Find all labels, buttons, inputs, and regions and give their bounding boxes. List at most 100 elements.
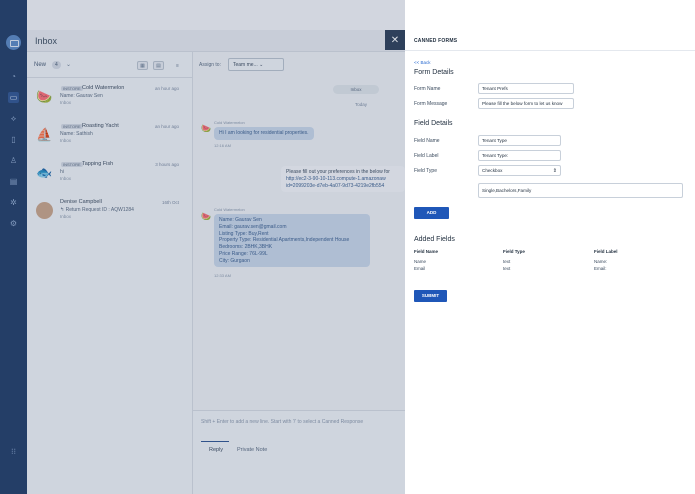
filter-new-label[interactable]: New [34,62,46,68]
inbox-icon[interactable]: ▭ [8,92,19,103]
tab-reply[interactable]: Reply [209,447,223,453]
message-line: Property Type: Residential Apartments,In… [219,237,350,244]
yacht-avatar-icon: ⛵ [36,126,53,142]
field-type-label: Field Type [414,168,437,174]
tab-private-note[interactable]: Private Note [237,447,267,453]
fish-avatar-icon: 🐟 [36,164,53,180]
dashboard-icon[interactable]: ◔ [8,71,19,82]
message-line: City: Gurgaon [219,257,250,264]
inbox-pill: Inbox [333,85,379,94]
app-logo-icon[interactable] [6,35,21,50]
source-badge: INSTORE [61,124,83,129]
close-icon[interactable]: ✕ [385,30,405,50]
added-fields-heading: Added Fields [414,236,455,243]
rocket-icon[interactable]: ⟡ [8,113,19,124]
table-cell: text [503,259,511,264]
active-tab-indicator [201,441,229,442]
assign-team-select[interactable]: Team me... ⌄ [228,58,284,71]
message-time: 12:33 AM [214,273,231,278]
list-item[interactable]: Denise Campbell 16th Oct ↰ Return Reques… [27,196,193,232]
field-name-input[interactable]: Tenant Type [478,135,561,146]
message-bubble: Name: Gaurav Sen Email: gaurav.sen@gmail… [214,214,370,268]
message-line: Listing Type: Buy,Rent [219,230,269,237]
field-type-value: Checkbox [482,168,503,173]
conversation-list: New 4 ⌄ ▦ ▤ ≡ 🍉 INSTORE Cold Watermelon … [27,52,193,494]
composer-placeholder: Shift + Enter to add a new line. Start w… [201,419,364,425]
column-header: Field Name [414,249,439,254]
conversation-inbox: Inbox [60,214,72,219]
table-cell: Name [414,259,427,264]
nav-rail: ◔ ▭ ⟡ ▯ ♙ ▤ ✲ ⚙ ⁝⁝ [0,0,27,494]
book-icon[interactable]: ▯ [8,134,19,145]
integrations-icon[interactable]: ✲ [8,197,19,208]
list-item[interactable]: ⛵ INSTORE Roasting Yacht an hour ago Nam… [27,120,193,156]
message-sender: Cold Watermelon [214,207,245,212]
new-count-badge: 4 [52,61,61,69]
column-header: Field Type [503,249,525,254]
field-details-heading: Field Details [414,120,453,127]
reply-composer[interactable]: Shift + Enter to add a new line. Start w… [193,410,405,494]
select-arrows-icon: ⇕ [552,168,557,174]
form-name-input[interactable]: Tenant Prefs [478,83,574,94]
menu-icon[interactable]: ≡ [172,61,183,70]
conversation-inbox: Inbox [60,138,72,143]
grid-view-icon[interactable]: ▦ [137,61,148,70]
form-name-label: Form Name [414,86,441,92]
message-line: Bedrooms: 2BHK,3BHK [219,244,273,250]
field-type-select[interactable]: Checkbox ⇕ [478,165,561,176]
field-label-input[interactable]: Tenant Type: [478,150,561,161]
assign-team-value: Team me... [233,62,258,68]
message-line: Name: Gaurav Sen [219,217,262,223]
panel-title: CANNED FORMS [414,38,458,44]
table-cell: Email [414,266,426,271]
conversation-time: an hour ago [154,124,179,129]
field-options-input[interactable]: Single,Bachelors,Family [478,183,683,198]
apps-grid-icon[interactable]: ⁝⁝ [8,446,19,457]
canned-forms-panel: CANNED FORMS << Back Form Details Form N… [405,0,695,494]
watermelon-avatar-icon: 🍉 [36,88,53,104]
list-view-icon[interactable]: ▤ [153,61,164,70]
message-line: Please fill out your preferences in the … [286,169,390,175]
message-link[interactable]: id=2099203e-d7eb-4a07-9d73-4219e2fb554 [286,183,400,190]
source-badge: INSTORE [61,162,83,167]
conversation-inbox: Inbox [60,100,72,105]
panel-header: CANNED FORMS [405,30,695,51]
form-message-label: Form Message [414,101,448,107]
message-bubble: Please fill out your preferences in the … [281,166,405,193]
chat-pane: Assign to: Team me... ⌄ Inbox Today Cold… [193,52,405,494]
back-link[interactable]: << Back [414,60,431,65]
chevron-down-icon[interactable]: ⌄ [66,61,71,68]
watermelon-icon: 🍉 [201,124,211,133]
contacts-icon[interactable]: ♙ [8,155,19,166]
reports-icon[interactable]: ▤ [8,176,19,187]
message-time: 12:16 AM [214,143,231,148]
conversation-title: Denise Campbell [60,199,102,205]
inbox-header: Inbox [27,30,405,52]
conversation-title: Cold Watermelon [82,85,125,91]
form-message-input[interactable]: Please fill the below form to let us kno… [478,98,574,109]
conversation-title: Tapping Fish [82,161,114,167]
message-line: Email: gaurav.sen@gmail.com [219,223,287,230]
conversation-title: Roasting Yacht [82,123,119,129]
inbox-app: Inbox ✕ New 4 ⌄ ▦ ▤ ≡ 🍉 INSTORE Cold Wat… [27,0,405,494]
message-bubble: Hi I am looking for residential properti… [214,127,314,140]
list-item[interactable]: 🐟 INSTORE Tapping Fish 3 hours ago hi In… [27,158,193,194]
list-item[interactable]: 🍉 INSTORE Cold Watermelon an hour ago Na… [27,82,193,118]
add-button[interactable]: ADD [414,207,449,219]
source-badge: INSTORE [61,86,83,91]
table-cell: Email: [594,266,607,271]
settings-icon[interactable]: ⚙ [8,218,19,229]
form-details-heading: Form Details [414,69,454,76]
message-sender: Cold Watermelon [214,120,245,125]
table-cell: text [503,266,511,271]
watermelon-icon: 🍉 [201,212,211,221]
table-cell: Name: [594,259,608,264]
date-divider: Today [355,102,368,107]
submit-button[interactable]: SUBMIT [414,290,447,302]
field-label-label: Field Label [414,153,439,159]
message-link[interactable]: http://ec2-3-90-10-113.compute-1.amazona… [286,176,400,183]
inbox-title: Inbox [35,36,58,46]
conversation-time: 16th Oct [161,200,179,205]
conversation-time: an hour ago [154,86,179,91]
avatar [36,202,53,219]
